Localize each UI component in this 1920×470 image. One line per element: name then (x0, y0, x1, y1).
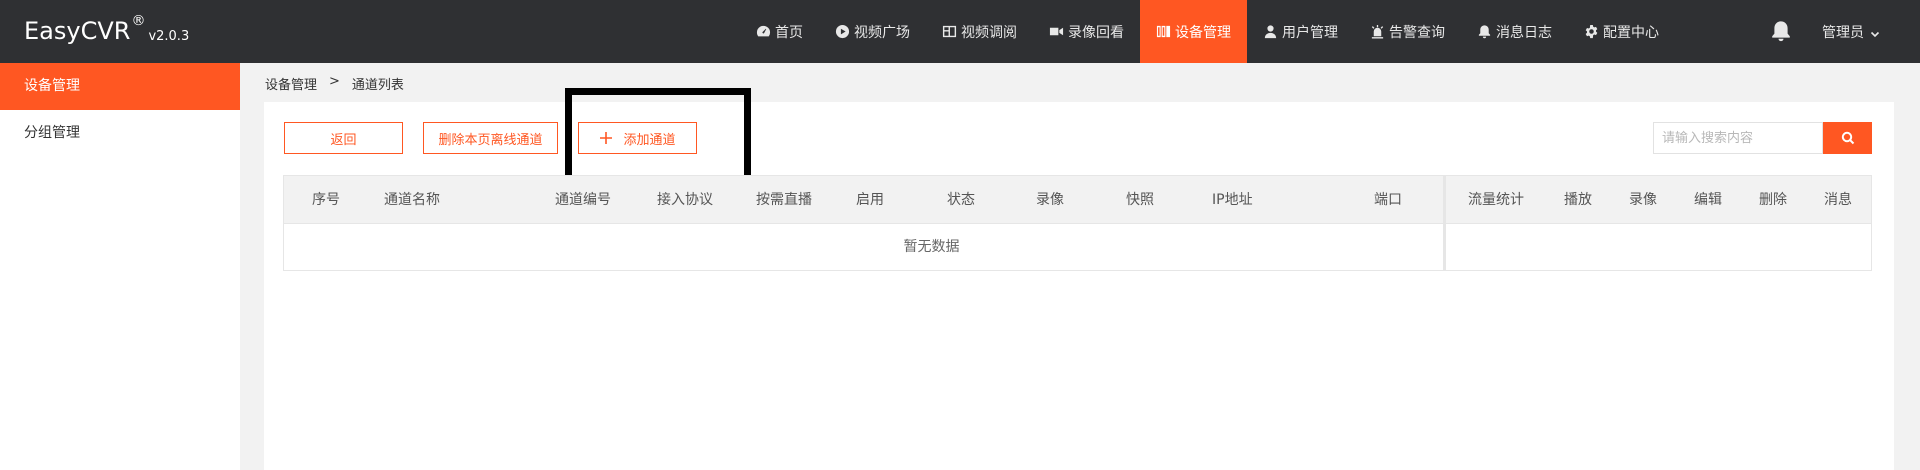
column-header-ip-address: IP地址 (1212, 192, 1253, 208)
column-header-snapshot: 快照 (1126, 192, 1154, 208)
nav-item-device-management[interactable]: 设备管理 (1140, 0, 1247, 63)
alarm-light-icon (1371, 24, 1384, 39)
column-header-channel-id: 通道编号 (555, 192, 611, 208)
breadcrumb-separator: > (329, 74, 340, 89)
nav-item-label: 首页 (775, 24, 803, 41)
top-header: EasyCVR ® v2.0.3 首页 视频广场 视频调阅 录像回看 设备管理 … (0, 0, 1920, 63)
breadcrumb-current: 通道列表 (351, 78, 404, 93)
nav-item-playback[interactable]: 录像回看 (1033, 0, 1140, 63)
brand-version: v2.0.3 (148, 29, 190, 44)
user-icon (1264, 25, 1277, 39)
breadcrumb-parent[interactable]: 设备管理 (265, 74, 317, 93)
column-header-index: 序号 (312, 192, 340, 208)
plus-icon (600, 132, 613, 144)
nav-item-message-log[interactable]: 消息日志 (1461, 0, 1568, 63)
column-header-record-action: 录像 (1629, 192, 1657, 208)
channel-table: 序号 通道名称 通道编号 接入协议 按需直播 启用 状态 录像 快照 IP地址 … (283, 175, 1444, 271)
gear-icon (1585, 24, 1598, 39)
dashboard-icon (756, 25, 771, 37)
column-header-port: 端口 (1374, 192, 1402, 208)
search-button[interactable] (1823, 122, 1872, 154)
device-book-icon (1156, 25, 1171, 38)
nav-item-label: 配置中心 (1603, 24, 1659, 41)
notification-bell-icon[interactable] (1770, 20, 1792, 42)
channel-table-actions: 流量统计 播放 录像 编辑 删除 消息 (1444, 175, 1872, 271)
empty-data-text: 暂无数据 (903, 239, 960, 255)
add-channel-button[interactable]: 添加通道 (578, 122, 697, 154)
play-circle-icon (835, 24, 850, 39)
nav-item-video-square[interactable]: 视频广场 (819, 0, 926, 63)
column-header-play: 播放 (1564, 192, 1592, 208)
column-header-channel-name: 通道名称 (384, 192, 440, 208)
back-button-label: 返回 (330, 132, 357, 148)
column-header-on-demand: 按需直播 (756, 192, 812, 208)
table-header: 序号 通道名称 通道编号 接入协议 按需直播 启用 状态 录像 快照 IP地址 … (284, 176, 1443, 224)
brand-registered-mark: ® (131, 13, 146, 29)
column-header-delete: 删除 (1759, 192, 1787, 208)
sidebar-item-group-management[interactable]: 分组管理 (0, 110, 240, 157)
bell-small-icon (1478, 25, 1491, 39)
sidebar: 设备管理 分组管理 (0, 63, 240, 470)
nav-item-user-management[interactable]: 用户管理 (1247, 0, 1354, 63)
nav-item-label: 视频广场 (854, 24, 910, 41)
sidebar-item-device-management[interactable]: 设备管理 (0, 63, 240, 110)
column-header-protocol: 接入协议 (657, 192, 713, 208)
brand-logo[interactable]: EasyCVR ® v2.0.3 (24, 13, 190, 46)
column-header-message: 消息 (1824, 192, 1852, 208)
nav-item-alarm-query[interactable]: 告警查询 (1354, 0, 1461, 63)
nav-item-config-center[interactable]: 配置中心 (1568, 0, 1675, 63)
chevron-down-icon (1870, 27, 1880, 37)
nav-item-label: 录像回看 (1068, 24, 1124, 41)
column-header-record: 录像 (1036, 192, 1064, 208)
add-channel-button-label: 添加通道 (623, 132, 676, 148)
delete-offline-channels-button[interactable]: 删除本页离线通道 (423, 122, 558, 154)
main-nav: 首页 视频广场 视频调阅 录像回看 设备管理 用户管理 告警查询 消息日志 配置… (740, 0, 1675, 63)
nav-item-video-review[interactable]: 视频调阅 (926, 0, 1033, 63)
column-header-enabled: 启用 (856, 192, 884, 208)
breadcrumb: 设备管理 > 通道列表 (265, 74, 404, 93)
nav-item-label: 用户管理 (1282, 24, 1338, 41)
content-panel (264, 102, 1894, 470)
grid-layout-icon (942, 25, 957, 38)
column-header-status: 状态 (947, 192, 975, 208)
video-camera-icon (1049, 27, 1064, 36)
brand-name: EasyCVR (24, 17, 131, 45)
column-header-traffic-stats: 流量统计 (1468, 192, 1524, 208)
search-input[interactable] (1653, 122, 1823, 154)
table-header-actions: 流量统计 播放 录像 编辑 删除 消息 (1446, 176, 1871, 224)
nav-item-label: 视频调阅 (961, 24, 1017, 41)
column-header-edit: 编辑 (1694, 192, 1722, 208)
user-menu[interactable]: 管理员 (1822, 0, 1880, 63)
nav-item-label: 告警查询 (1389, 24, 1445, 41)
nav-item-home[interactable]: 首页 (740, 0, 819, 63)
delete-offline-button-label: 删除本页离线通道 (438, 132, 543, 148)
back-button[interactable]: 返回 (284, 122, 403, 154)
user-name: 管理员 (1822, 24, 1864, 41)
search-icon (1841, 131, 1854, 145)
nav-item-label: 消息日志 (1496, 24, 1552, 41)
nav-item-label: 设备管理 (1175, 24, 1231, 41)
